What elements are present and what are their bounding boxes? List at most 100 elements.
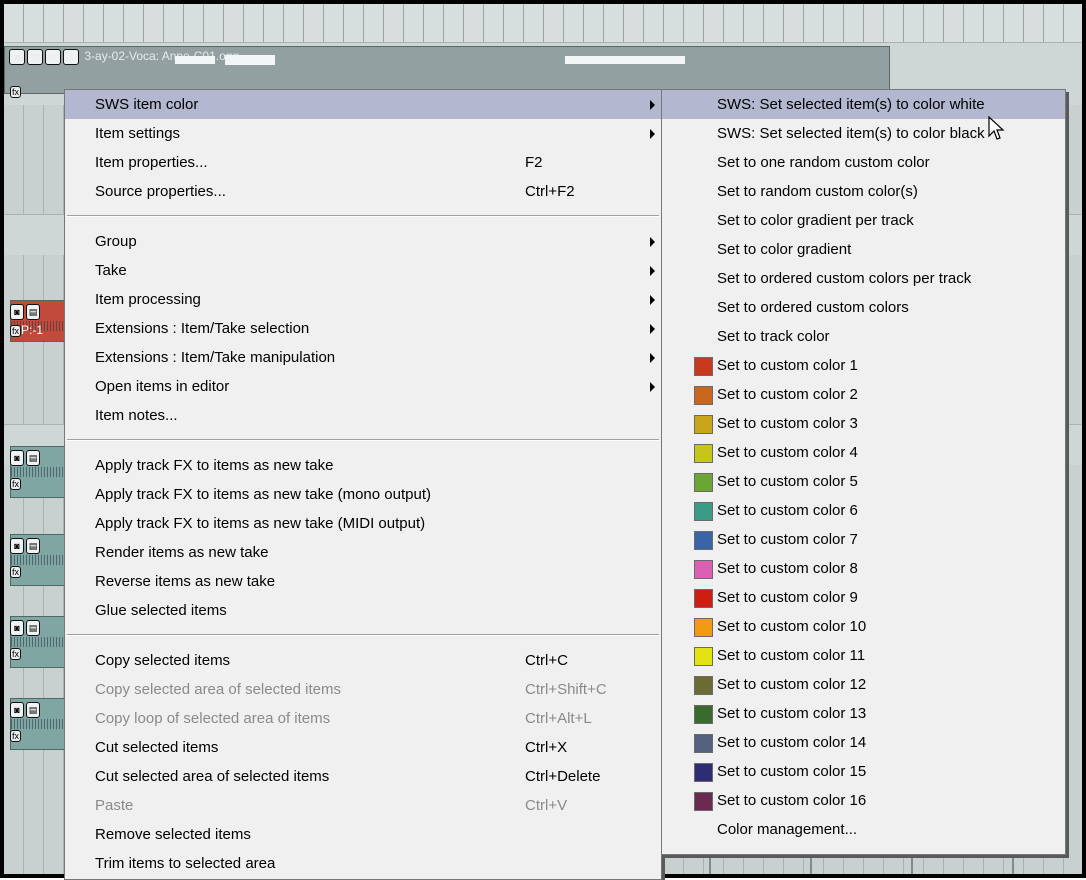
submenu-item-set-to-custom-color-12[interactable]: Set to custom color 12 bbox=[662, 670, 1065, 699]
color-swatch-icon bbox=[694, 415, 713, 434]
menu-item-extensions-item-take-selection[interactable]: Extensions : Item/Take selection bbox=[65, 314, 661, 343]
menu-item-label: Cut selected items bbox=[95, 739, 219, 756]
fx-icon[interactable]: fx bbox=[10, 648, 22, 660]
submenu-item-set-to-custom-color-8[interactable]: Set to custom color 8 bbox=[662, 554, 1065, 583]
submenu-item-set-to-ordered-custom-colors[interactable]: Set to ordered custom colors bbox=[662, 293, 1065, 322]
menu-item-cut-selected-items[interactable]: Cut selected items Ctrl+X bbox=[65, 733, 661, 762]
submenu-item-set-to-color-gradient-per-track[interactable]: Set to color gradient per track bbox=[662, 206, 1065, 235]
color-swatch-icon bbox=[694, 357, 713, 376]
submenu-item-set-to-track-color[interactable]: Set to track color bbox=[662, 322, 1065, 351]
submenu-item-set-to-ordered-custom-colors-per-track[interactable]: Set to ordered custom colors per track bbox=[662, 264, 1065, 293]
menu-item-group[interactable]: Group bbox=[65, 227, 661, 256]
submenu-item-set-to-custom-color-10[interactable]: Set to custom color 10 bbox=[662, 612, 1065, 641]
menu-item-remove-selected-items[interactable]: Remove selected items bbox=[65, 820, 661, 849]
menu-separator bbox=[67, 439, 659, 441]
submenu-item-color-management[interactable]: Color management... bbox=[662, 815, 1065, 844]
track-record-button[interactable]: ◙ bbox=[10, 702, 24, 718]
color-swatch-icon bbox=[694, 676, 713, 695]
menu-item-copy-selected-items[interactable]: Copy selected items Ctrl+C bbox=[65, 646, 661, 675]
submenu-item-label: Set to one random custom color bbox=[717, 154, 930, 171]
menu-item-apply-track-fx-to-items-as-new-take[interactable]: Apply track FX to items as new take bbox=[65, 451, 661, 480]
menu-item-label: Copy loop of selected area of items bbox=[95, 710, 331, 727]
menu-item-open-items-in-editor[interactable]: Open items in editor bbox=[65, 372, 661, 401]
menu-item-glue-selected-items[interactable]: Glue selected items bbox=[65, 596, 661, 625]
track-label-row: fx P:-1 bbox=[10, 323, 43, 337]
submenu-item-set-to-custom-color-7[interactable]: Set to custom color 7 bbox=[662, 525, 1065, 554]
menu-item-cut-selected-area-of-selected-items[interactable]: Cut selected area of selected items Ctrl+… bbox=[65, 762, 661, 791]
fx-icon[interactable]: fx bbox=[10, 566, 22, 578]
menu-item-label: Copy selected items bbox=[95, 652, 231, 669]
menu-item-item-notes[interactable]: Item notes... bbox=[65, 401, 661, 430]
submenu-item-set-to-custom-color-13[interactable]: Set to custom color 13 bbox=[662, 699, 1065, 728]
submenu-item-label: Set to custom color 11 bbox=[717, 647, 866, 664]
menu-item-reverse-items-as-new-take[interactable]: Reverse items as new take bbox=[65, 567, 661, 596]
submenu-item-sws-set-selected-item-s-to-color-white[interactable]: SWS: Set selected item(s) to color white bbox=[662, 90, 1065, 119]
submenu-item-set-to-random-custom-color-s[interactable]: Set to random custom color(s) bbox=[662, 177, 1065, 206]
fx-icon[interactable]: fx bbox=[10, 478, 22, 490]
menu-item-shortcut: Ctrl+Alt+L bbox=[525, 710, 592, 727]
track-record-button[interactable]: ◙ bbox=[10, 304, 24, 320]
track-fx-chain-button[interactable]: ▤ bbox=[26, 620, 40, 636]
menu-item-item-settings[interactable]: Item settings bbox=[65, 119, 661, 148]
track-fx-chain-button[interactable]: ▤ bbox=[27, 49, 43, 65]
submenu-item-set-to-custom-color-11[interactable]: Set to custom color 11 bbox=[662, 641, 1065, 670]
menu-item-copy-loop-of-selected-area-of-items[interactable]: Copy loop of selected area of items Ctrl+… bbox=[65, 704, 661, 733]
menu-item-trim-items-to-selected-area[interactable]: Trim items to selected area bbox=[65, 849, 661, 878]
timeline-ruler[interactable] bbox=[4, 4, 1082, 43]
submenu-item-set-to-custom-color-5[interactable]: Set to custom color 5 bbox=[662, 467, 1065, 496]
menu-item-label: Trim items to selected area bbox=[95, 855, 276, 872]
menu-item-apply-track-fx-to-items-as-new-take-midi-output[interactable]: Apply track FX to items as new take (MID… bbox=[65, 509, 661, 538]
submenu-item-label: Set to custom color 12 bbox=[717, 676, 867, 693]
submenu-item-set-to-custom-color-4[interactable]: Set to custom color 4 bbox=[662, 438, 1065, 467]
submenu-item-label: SWS: Set selected item(s) to color black bbox=[717, 125, 985, 142]
track-fx-chain-button[interactable]: ▤ bbox=[26, 450, 40, 466]
menu-item-shortcut: Ctrl+V bbox=[525, 797, 568, 814]
track-info-button[interactable]: i bbox=[63, 49, 79, 65]
fx-icon[interactable]: fx bbox=[10, 325, 22, 337]
menu-item-copy-selected-area-of-selected-items[interactable]: Copy selected area of selected items Ctrl… bbox=[65, 675, 661, 704]
track-record-button[interactable]: ◙ bbox=[10, 620, 24, 636]
menu-item-take[interactable]: Take bbox=[65, 256, 661, 285]
menu-item-source-properties[interactable]: Source properties... Ctrl+F2 bbox=[65, 177, 661, 206]
menu-item-label: Cut selected area of selected items bbox=[95, 768, 330, 785]
menu-item-apply-track-fx-to-items-as-new-take-mono-output[interactable]: Apply track FX to items as new take (mon… bbox=[65, 480, 661, 509]
submenu-item-label: Set to custom color 2 bbox=[717, 386, 858, 403]
submenu-item-set-to-custom-color-16[interactable]: Set to custom color 16 bbox=[662, 786, 1065, 815]
track-mute-button[interactable]: m bbox=[45, 49, 61, 65]
track-fx-chain-button[interactable]: ▤ bbox=[26, 538, 40, 554]
submenu-item-set-to-custom-color-3[interactable]: Set to custom color 3 bbox=[662, 409, 1065, 438]
menu-item-item-processing[interactable]: Item processing bbox=[65, 285, 661, 314]
menu-item-label: Item settings bbox=[95, 125, 181, 142]
menu-item-label: Glue selected items bbox=[95, 602, 227, 619]
submenu-item-set-to-color-gradient[interactable]: Set to color gradient bbox=[662, 235, 1065, 264]
menu-item-shortcut: Ctrl+X bbox=[525, 739, 568, 756]
menu-item-extensions-item-take-manipulation[interactable]: Extensions : Item/Take manipulation bbox=[65, 343, 661, 372]
track-record-button[interactable]: ◙ bbox=[9, 49, 25, 65]
color-swatch-icon bbox=[694, 763, 713, 782]
submenu-item-set-to-one-random-custom-color[interactable]: Set to one random custom color bbox=[662, 148, 1065, 177]
menu-item-paste[interactable]: Paste Ctrl+V bbox=[65, 791, 661, 820]
track-record-button[interactable]: ◙ bbox=[10, 538, 24, 554]
track-fx-chain-button[interactable]: ▤ bbox=[26, 702, 40, 718]
menu-item-item-properties[interactable]: Item properties... F2 bbox=[65, 148, 661, 177]
track-controls: ◙ ▤ bbox=[10, 538, 42, 554]
submenu-item-set-to-custom-color-9[interactable]: Set to custom color 9 bbox=[662, 583, 1065, 612]
media-item[interactable]: ◙ ▤ m i 3-ay-02-Voca: Anne-C01.ogg bbox=[4, 46, 890, 94]
color-swatch-icon bbox=[694, 589, 713, 608]
menu-item-sws-item-color[interactable]: SWS item color bbox=[65, 90, 661, 119]
track-record-button[interactable]: ◙ bbox=[10, 450, 24, 466]
color-swatch-icon bbox=[694, 705, 713, 724]
fx-icon[interactable]: fx bbox=[10, 86, 22, 98]
submenu-item-set-to-custom-color-2[interactable]: Set to custom color 2 bbox=[662, 380, 1065, 409]
fx-icon[interactable]: fx bbox=[10, 730, 22, 742]
submenu-item-set-to-custom-color-15[interactable]: Set to custom color 15 bbox=[662, 757, 1065, 786]
menu-item-shortcut: Ctrl+Shift+C bbox=[525, 681, 607, 698]
menu-item-label: Apply track FX to items as new take (MID… bbox=[95, 515, 426, 532]
color-swatch-icon bbox=[694, 792, 713, 811]
submenu-item-set-to-custom-color-6[interactable]: Set to custom color 6 bbox=[662, 496, 1065, 525]
track-fx-chain-button[interactable]: ▤ bbox=[26, 304, 40, 320]
submenu-item-set-to-custom-color-14[interactable]: Set to custom color 14 bbox=[662, 728, 1065, 757]
submenu-item-set-to-custom-color-1[interactable]: Set to custom color 1 bbox=[662, 351, 1065, 380]
submenu-arrow-icon bbox=[650, 100, 655, 110]
menu-item-render-items-as-new-take[interactable]: Render items as new take bbox=[65, 538, 661, 567]
